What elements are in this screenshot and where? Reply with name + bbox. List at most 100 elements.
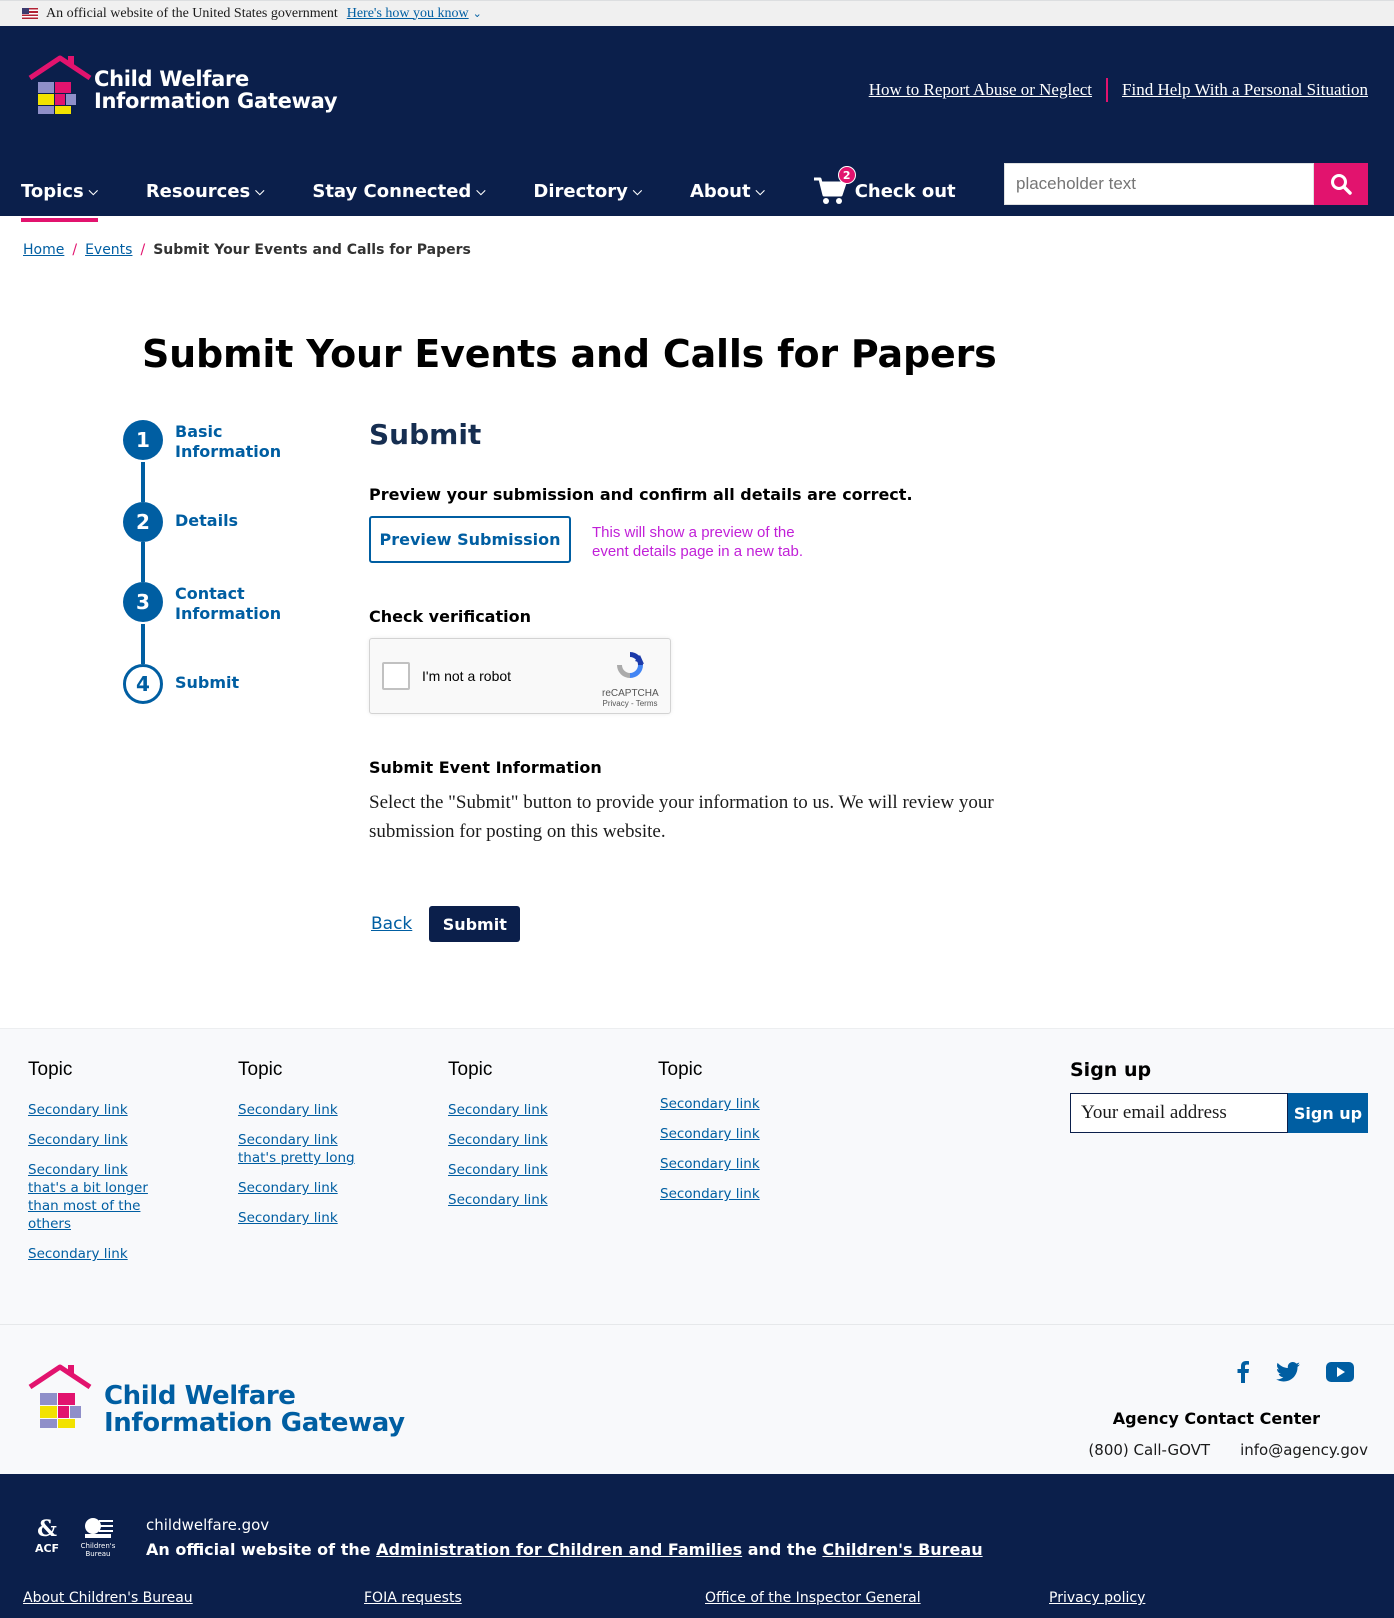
step-3[interactable]: 3 Contact Information [123, 582, 323, 624]
footer-link[interactable]: Secondary link [28, 1101, 158, 1119]
logo-line1: Child Welfare [94, 67, 249, 91]
submit-info-text: Select the "Submit" button to provide yo… [369, 792, 994, 842]
step-1[interactable]: 1 Basic Information [123, 420, 323, 462]
step-connector [141, 624, 145, 664]
nav-resources[interactable]: Resources ⌵ [146, 181, 265, 202]
newsletter-signup: Sign up Sign up [1070, 1059, 1368, 1133]
how-you-know-link[interactable]: Here's how you know [347, 6, 469, 22]
footer-column-title: Topic [658, 1059, 703, 1080]
childrens-bureau-logo[interactable]: Children's Bureau [80, 1516, 116, 1558]
section-heading: Submit [369, 418, 482, 451]
chevron-down-icon: ⌵ [476, 183, 486, 198]
footer-link[interactable]: Secondary link that's pretty long [238, 1131, 368, 1167]
signup-title: Sign up [1070, 1059, 1152, 1081]
preview-submission-button[interactable]: Preview Submission [369, 516, 571, 563]
footer-column-2: Topic Secondary link Secondary link that… [238, 1059, 368, 1239]
footer-link[interactable]: Secondary link [448, 1131, 638, 1149]
checkout-link[interactable]: 2 Check out [813, 166, 956, 206]
find-help-link[interactable]: Find Help With a Personal Situation [1122, 80, 1368, 100]
signup-button[interactable]: Sign up [1288, 1093, 1368, 1133]
footer-logo[interactable]: Child Welfare Information Gateway [28, 1363, 405, 1437]
back-link[interactable]: Back [371, 914, 412, 934]
footer-logo-line1: Child Welfare [104, 1381, 296, 1411]
footer-link[interactable]: Secondary link [28, 1131, 158, 1149]
chevron-down-icon: ⌵ [255, 183, 265, 198]
footer-link[interactable]: Secondary link [660, 1125, 848, 1143]
site-logo[interactable]: Child Welfare Information Gateway [28, 54, 338, 114]
site-header: Child Welfare Information Gateway How to… [0, 26, 1394, 222]
breadcrumb-home[interactable]: Home [23, 242, 64, 258]
search-input[interactable] [1004, 163, 1314, 205]
footer-link[interactable]: Secondary link [448, 1191, 638, 1209]
nav-resources-label: Resources [145, 180, 251, 202]
footer-link[interactable]: Secondary link [448, 1101, 638, 1119]
nav-stay-connected-label: Stay Connected [312, 180, 472, 202]
footer-link[interactable]: Secondary link [28, 1245, 158, 1263]
form-actions: Back Submit [369, 906, 1029, 942]
captcha-checkbox[interactable] [382, 662, 410, 690]
chevron-down-icon[interactable]: ⌄ [473, 7, 482, 20]
chevron-down-icon: ⌵ [755, 183, 765, 198]
footer-column-title: Topic [238, 1059, 283, 1080]
cart-icon: 2 [813, 166, 856, 206]
preview-lead: Preview your submission and confirm all … [369, 485, 913, 504]
breadcrumb-current: Submit Your Events and Calls for Papers [153, 242, 471, 258]
inspector-general-link[interactable]: Office of the Inspector General [705, 1590, 921, 1606]
captcha-brand: reCAPTCHA [602, 688, 659, 699]
recaptcha-logo: reCAPTCHA Privacy - Terms [602, 649, 659, 708]
house-logo-icon [28, 54, 92, 114]
nav-topics[interactable]: Topics ⌵ [21, 180, 98, 222]
submit-button[interactable]: Submit [429, 906, 521, 942]
search-icon [1331, 174, 1352, 195]
footer-link[interactable]: Secondary link [448, 1161, 638, 1179]
nav-topics-label: Topics [21, 180, 84, 202]
contact-title: Agency Contact Center [1112, 1409, 1320, 1428]
nav-about[interactable]: About ⌵ [690, 181, 765, 202]
nav-about-label: About [689, 180, 751, 202]
breadcrumb-separator: / [140, 242, 146, 258]
nav-directory[interactable]: Directory ⌵ [533, 181, 642, 202]
breadcrumb: Home / Events / Submit Your Events and C… [23, 242, 471, 258]
contact-phone[interactable]: (800) Call-GOVT [1088, 1441, 1210, 1459]
preview-row: Preview Submission This will show a prev… [369, 516, 1029, 563]
email-input[interactable] [1070, 1093, 1288, 1133]
nav-stay-connected[interactable]: Stay Connected ⌵ [312, 181, 485, 202]
youtube-icon[interactable] [1326, 1362, 1354, 1382]
search-button[interactable] [1314, 163, 1368, 205]
privacy-policy-link[interactable]: Privacy policy [1049, 1590, 1145, 1606]
step-number: 4 [123, 664, 163, 704]
checkout-label: Check out [854, 180, 956, 202]
facebook-icon[interactable] [1236, 1361, 1250, 1383]
step-2[interactable]: 2 Details [123, 502, 323, 542]
contact-email[interactable]: info@agency.gov [1240, 1441, 1368, 1459]
footer-link[interactable]: Secondary link that's a bit longer than … [28, 1161, 158, 1233]
report-abuse-link[interactable]: How to Report Abuse or Neglect [869, 80, 1092, 100]
verification-title: Check verification [369, 607, 531, 626]
step-label: Submit [175, 673, 240, 692]
footer-link[interactable]: Secondary link [238, 1101, 368, 1119]
submit-info-title: Submit Event Information [369, 758, 602, 777]
identifier-domain: childwelfare.gov [146, 1516, 270, 1534]
step-4[interactable]: 4 Submit [123, 664, 323, 704]
logo-line2: Information Gateway [94, 89, 338, 113]
footer-link[interactable]: Secondary link [660, 1185, 848, 1203]
footer-link[interactable]: Secondary link [238, 1209, 368, 1227]
footer-link[interactable]: Secondary link [238, 1179, 368, 1197]
footer-link[interactable]: Secondary link [660, 1095, 848, 1113]
agency-logos: & ACF Children's Bureau [34, 1516, 116, 1558]
acf-link[interactable]: Administration for Children and Families [376, 1540, 742, 1559]
identifier-description: An official website of the Administratio… [146, 1540, 983, 1559]
childrens-bureau-link[interactable]: Children's Bureau [822, 1540, 982, 1559]
footer-nav: Topic Secondary link Secondary link Seco… [0, 1028, 1394, 1324]
divider [1106, 78, 1109, 102]
footer-link[interactable]: Secondary link [660, 1155, 848, 1173]
step-connector [141, 542, 145, 582]
footer-logo-text: Child Welfare Information Gateway [104, 1383, 405, 1437]
cb-label: Children's Bureau [80, 1542, 116, 1558]
captcha-terms[interactable]: Privacy - Terms [602, 699, 658, 708]
acf-logo[interactable]: & ACF [34, 1516, 60, 1558]
breadcrumb-events[interactable]: Events [85, 242, 132, 258]
twitter-icon[interactable] [1276, 1362, 1300, 1382]
foia-link[interactable]: FOIA requests [364, 1590, 462, 1606]
about-cb-link[interactable]: About Children's Bureau [23, 1590, 193, 1606]
